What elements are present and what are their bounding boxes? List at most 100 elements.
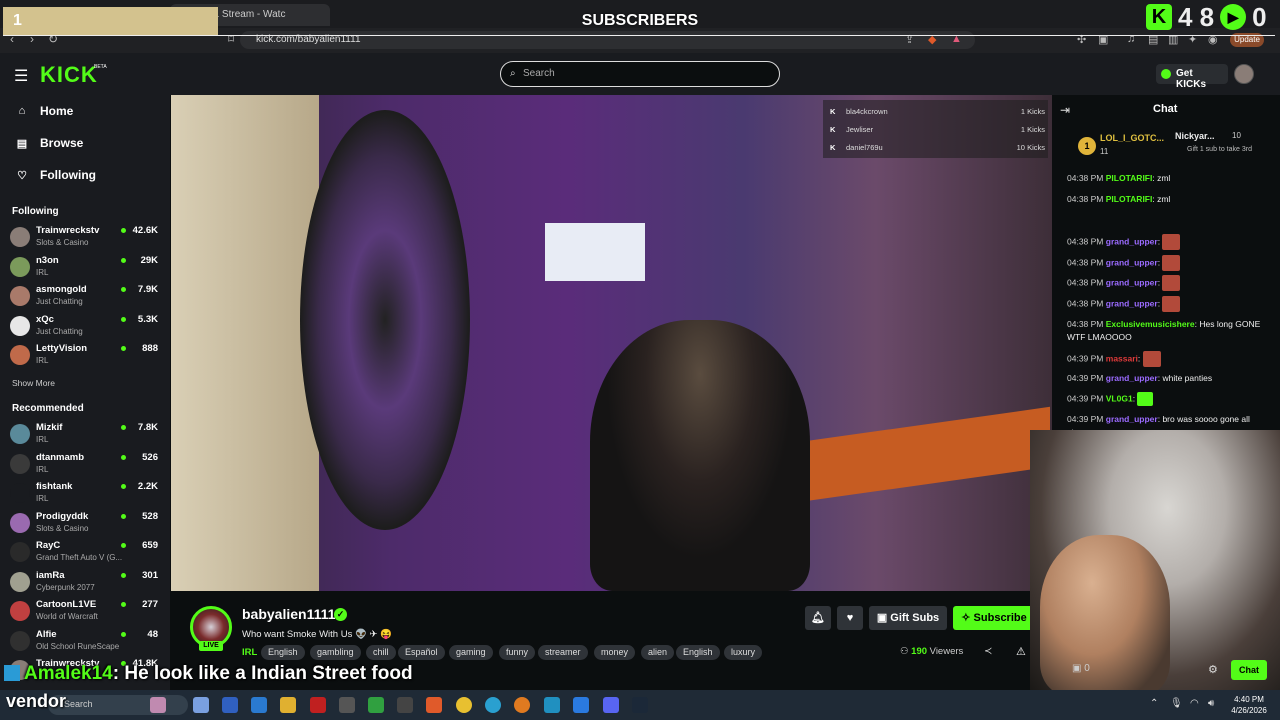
channel-list-item[interactable]: Prodigyddk Slots & Casino 528 xyxy=(10,510,160,538)
menu-icon[interactable]: ☰ xyxy=(14,66,28,86)
notification-bell-button[interactable]: 🔔︎ xyxy=(805,606,831,630)
channel-list-item[interactable]: iamRa Cyberpunk 2077 301 xyxy=(10,569,160,597)
kicks-user-cell: K Jewliser xyxy=(830,125,873,134)
chat-username[interactable]: Exclusivemusicishere xyxy=(1106,319,1195,329)
search-highlight-icon[interactable] xyxy=(150,697,166,713)
share-icon[interactable]: ≺ xyxy=(984,646,992,657)
chat-settings-icon[interactable]: ⚙ xyxy=(1208,663,1218,676)
live-badge: LIVE xyxy=(199,641,223,651)
stream-tag[interactable]: chill xyxy=(366,645,396,660)
taskbar-clock[interactable]: 4:40 PM 4/26/2026 xyxy=(1226,694,1272,716)
channel-list-item[interactable]: dtanmamb IRL 526 xyxy=(10,451,160,479)
sidebar-item-following[interactable]: ♡ Following xyxy=(16,167,96,183)
category-link[interactable]: IRL xyxy=(242,647,257,658)
chat-username[interactable]: grand_upper xyxy=(1106,236,1158,246)
stream-tag[interactable]: streamer xyxy=(538,645,588,660)
caption-colon: : xyxy=(112,663,125,684)
chat-text: zml xyxy=(1157,173,1171,183)
chat-message: 04:38 PM grand_upper: xyxy=(1067,234,1267,250)
chrome-icon[interactable] xyxy=(456,697,472,713)
chat-emote-icon xyxy=(1162,255,1181,271)
taskbar-search[interactable]: Search xyxy=(48,695,188,715)
report-icon[interactable]: ⚠ xyxy=(1016,645,1026,658)
channel-list-item[interactable]: fishtank IRL 2.2K xyxy=(10,480,160,508)
collapse-chat-icon[interactable]: ⇥ xyxy=(1060,103,1070,117)
clock-date: 4/26/2026 xyxy=(1231,706,1267,715)
volume-icon[interactable]: 🔊︎ xyxy=(1208,698,1214,709)
chat-username[interactable]: grand_upper xyxy=(1106,414,1158,424)
kick-logo-icon: K xyxy=(1146,4,1172,30)
stream-tag[interactable]: gambling xyxy=(310,645,361,660)
address-bar[interactable]: kick.com/babyalien1111 xyxy=(240,31,975,49)
search-input[interactable]: Search xyxy=(500,61,780,87)
edge-icon[interactable] xyxy=(485,697,501,713)
wifi-icon[interactable]: ◠ xyxy=(1190,698,1199,709)
chat-username[interactable]: grand_upper xyxy=(1106,257,1158,267)
firefox-icon[interactable] xyxy=(514,697,530,713)
channel-list-item[interactable]: n3on IRL 29K xyxy=(10,254,160,282)
show-more-link[interactable]: Show More xyxy=(12,378,55,388)
channel-name[interactable]: babyalien1111 xyxy=(242,606,335,622)
chat-timestamp: 04:38 PM xyxy=(1067,194,1104,204)
app-icon-1[interactable] xyxy=(193,697,209,713)
caption-badge-icon xyxy=(4,665,20,681)
vscode-icon[interactable] xyxy=(573,697,589,713)
app-icon-6[interactable] xyxy=(339,697,355,713)
app-icon-7[interactable] xyxy=(368,697,384,713)
channel-viewer-count: 42.6K xyxy=(132,225,158,236)
chat-username[interactable]: PILOTARIFI xyxy=(1106,173,1153,183)
channel-list-item[interactable]: CartoonL1VE World of Warcraft 277 xyxy=(10,598,160,626)
discord-icon[interactable] xyxy=(603,697,619,713)
app-icon-8[interactable] xyxy=(397,697,413,713)
channel-list-item[interactable]: asmongold Just Chatting 7.9K xyxy=(10,283,160,311)
stream-tag[interactable]: English xyxy=(676,645,720,660)
channel-list-item[interactable]: Alfie Old School RuneScape 48 xyxy=(10,628,160,656)
stream-tag[interactable]: funny xyxy=(499,645,536,660)
sidebar-item-label: Following xyxy=(40,168,96,182)
channel-list-item[interactable]: Trainwreckstv Slots & Casino 42.6K xyxy=(10,224,160,252)
stream-tag[interactable]: money xyxy=(594,645,636,660)
channel-list-item[interactable]: LettyVision IRL 888 xyxy=(10,342,160,370)
live-dot-icon xyxy=(121,631,126,637)
mic-icon[interactable]: 🎙︎ xyxy=(1170,698,1183,709)
chat-timestamp: 04:38 PM xyxy=(1067,173,1104,183)
stream-tag[interactable]: Español xyxy=(398,645,445,660)
chat-username[interactable]: grand_upper xyxy=(1106,373,1158,383)
chat-timestamp: 04:38 PM xyxy=(1067,319,1104,329)
channel-list-item[interactable]: Mizkif IRL 7.8K xyxy=(10,421,160,449)
chat-username[interactable]: PILOTARIFI xyxy=(1106,194,1153,204)
chat-send-button[interactable]: Chat xyxy=(1231,660,1267,680)
runnerup-count: 10 xyxy=(1232,131,1241,140)
chat-username[interactable]: grand_upper xyxy=(1106,277,1158,287)
chat-username[interactable]: VL0G1 xyxy=(1106,393,1133,403)
chat-gift-icon[interactable]: ▣ 0 xyxy=(1072,663,1090,674)
user-avatar[interactable] xyxy=(1234,64,1254,84)
app-icon-5[interactable] xyxy=(310,697,326,713)
brave-browser-icon[interactable] xyxy=(426,697,442,713)
steam-icon[interactable] xyxy=(632,697,648,713)
gift-subs-button[interactable]: ▣ Gift Subs xyxy=(869,606,947,630)
chat-text: white panties xyxy=(1162,373,1213,383)
channel-viewer-count: 5.3K xyxy=(137,313,158,325)
stream-tag[interactable]: English xyxy=(261,645,305,660)
chat-username[interactable]: massari xyxy=(1106,353,1138,363)
tray-chevron-icon[interactable]: ⌃ xyxy=(1150,698,1158,709)
app-icon-2[interactable] xyxy=(222,697,238,713)
channel-list-item[interactable]: RayC Grand Theft Auto V (G... 659 xyxy=(10,539,160,567)
goal-counter-value: 4 8 xyxy=(1178,1,1215,32)
channel-avatar xyxy=(10,256,30,277)
file-explorer-icon[interactable] xyxy=(280,697,296,713)
get-kicks-label: Get KICKs xyxy=(1176,68,1207,90)
channel-list-item[interactable]: xQc Just Chatting 5.3K xyxy=(10,313,160,341)
follow-button[interactable]: ♥ xyxy=(837,606,863,630)
subscribe-button[interactable]: ✧ Subscribe xyxy=(953,606,1035,630)
stream-tag[interactable]: gaming xyxy=(449,645,493,660)
stream-tag[interactable]: alien xyxy=(641,645,675,660)
sidebar-item-browse[interactable]: ▤ Browse xyxy=(16,135,84,151)
sidebar-item-home[interactable]: ⌂ Home xyxy=(16,103,74,119)
kick-logo[interactable]: KICK xyxy=(40,62,98,88)
stream-tag[interactable]: luxury xyxy=(724,645,763,660)
app-icon-13[interactable] xyxy=(544,697,560,713)
chat-username[interactable]: grand_upper xyxy=(1106,298,1158,308)
app-icon-3[interactable] xyxy=(251,697,267,713)
